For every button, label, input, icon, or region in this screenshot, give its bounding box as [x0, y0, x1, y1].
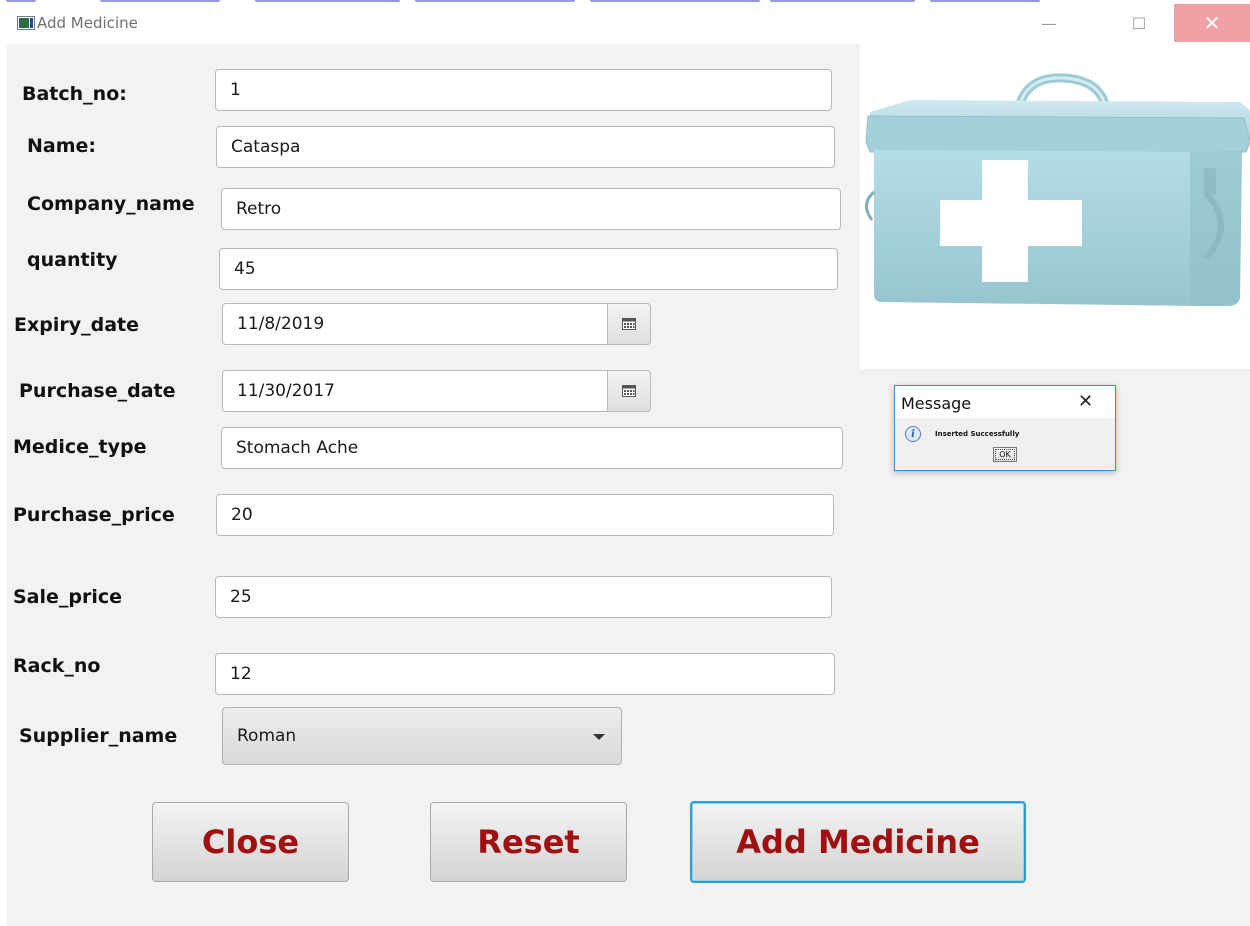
batch-no-label: Batch_no:: [22, 83, 127, 105]
quantity-input[interactable]: 45: [219, 248, 838, 290]
sale-price-input[interactable]: 25: [215, 576, 832, 618]
purchase-calendar-button[interactable]: [607, 370, 651, 412]
company-name-input[interactable]: Retro: [221, 188, 841, 230]
medice-type-label: Medice_type: [13, 436, 147, 458]
info-icon: i: [905, 426, 921, 442]
expiry-date-picker: 11/8/2019: [222, 303, 651, 345]
maximize-button[interactable]: ☐: [1116, 4, 1162, 42]
purchase-date-input[interactable]: 11/30/2017: [222, 370, 608, 412]
supplier-name-value: Roman: [237, 726, 297, 746]
first-aid-box-icon: [865, 73, 1250, 306]
message-text: Inserted Successfully: [935, 430, 1020, 438]
supplier-name-label: Supplier_name: [19, 725, 178, 747]
expiry-calendar-button[interactable]: [607, 303, 651, 345]
calendar-icon: [622, 318, 636, 330]
supplier-name-select[interactable]: Roman: [222, 707, 622, 765]
ok-button[interactable]: OK: [993, 447, 1017, 462]
window-title: Add Medicine: [37, 14, 138, 32]
close-icon[interactable]: ✕: [1078, 391, 1093, 412]
name-input[interactable]: Cataspa: [216, 126, 835, 168]
purchase-price-label: Purchase_price: [13, 504, 175, 526]
sale-price-label: Sale_price: [13, 586, 123, 608]
expiry-date-input[interactable]: 11/8/2019: [222, 303, 608, 345]
name-label: Name:: [27, 135, 97, 157]
message-dialog: Message ✕ i Inserted Successfully OK: [894, 385, 1116, 471]
minimize-button[interactable]: —: [1026, 4, 1072, 42]
close-window-button[interactable]: ✕: [1174, 4, 1250, 42]
purchase-price-input[interactable]: 20: [216, 494, 834, 536]
rack-no-label: Rack_no: [13, 655, 101, 677]
batch-no-input[interactable]: 1: [215, 69, 832, 111]
chevron-down-icon: [593, 734, 605, 740]
add-medicine-button[interactable]: Add Medicine: [690, 801, 1026, 883]
app-icon: [17, 16, 35, 30]
close-button[interactable]: Close: [152, 802, 349, 882]
rack-no-input[interactable]: 12: [215, 653, 835, 695]
purchase-date-label: Purchase_date: [19, 380, 176, 402]
quantity-label: quantity: [27, 249, 118, 271]
medicine-box-image: [860, 44, 1250, 369]
purchase-date-picker: 11/30/2017: [222, 370, 651, 412]
title-bar: Add Medicine — ☐ ✕: [0, 4, 1250, 44]
message-dialog-header: Message ✕: [895, 386, 1115, 418]
message-dialog-title: Message: [901, 394, 972, 413]
company-name-label: Company_name: [27, 193, 195, 215]
calendar-icon: [622, 385, 636, 397]
reset-button[interactable]: Reset: [430, 802, 627, 882]
expiry-date-label: Expiry_date: [14, 314, 139, 336]
medice-type-input[interactable]: Stomach Ache: [221, 427, 843, 469]
